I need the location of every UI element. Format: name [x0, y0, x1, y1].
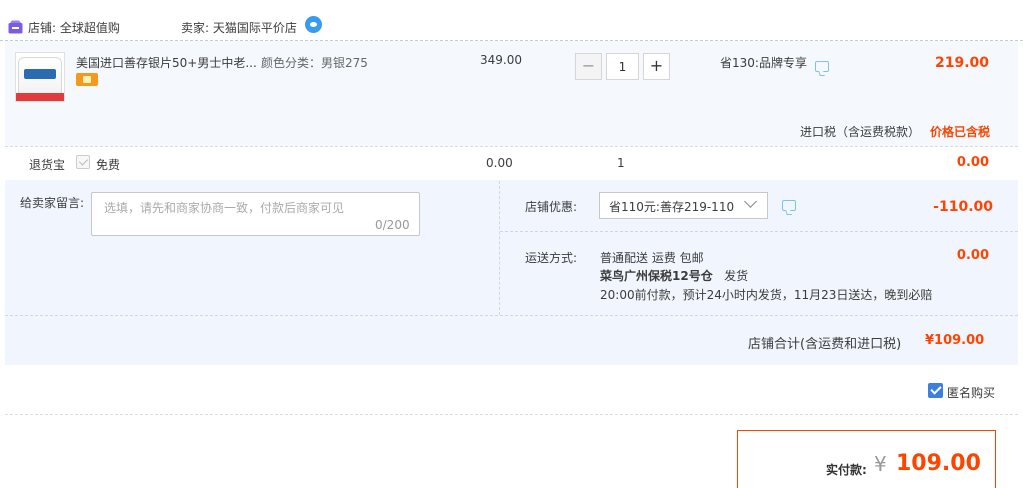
store-total-value: ¥109.00	[925, 333, 985, 348]
actual-payment-value: 109.00	[896, 451, 981, 476]
store-name[interactable]: 店铺: 全球超值购	[28, 19, 120, 36]
product-sku: 颜色分类：男银275	[261, 56, 368, 70]
actual-payment-currency: ¥	[874, 452, 887, 476]
shipping-label: 运送方式:	[525, 251, 578, 265]
increase-button[interactable]: +	[643, 53, 670, 80]
return-insurance-price: 0.00	[486, 156, 513, 170]
import-tax-value: 价格已含税	[930, 125, 991, 139]
anonymous-label[interactable]: 匿名购买	[947, 384, 995, 401]
promo-text: 省130:品牌专享	[720, 56, 807, 70]
store-total-label: 店铺合计(含运费和进口税)	[748, 337, 902, 352]
options-hline	[500, 231, 1018, 232]
store-icon	[8, 20, 23, 34]
product-title[interactable]: 美国进口善存银片50+男士中老...	[76, 54, 257, 71]
unit-price: 349.00	[480, 53, 522, 67]
anonymous-checkbox[interactable]	[928, 383, 943, 398]
store-header	[0, 0, 1023, 41]
product-price-strip	[16, 93, 64, 101]
store-coupon-label: 店铺优惠:	[525, 200, 578, 214]
quantity-input[interactable]: 1	[606, 53, 639, 80]
divider	[5, 414, 1018, 415]
product-thumbnail[interactable]	[15, 52, 65, 102]
product-label-image	[24, 69, 56, 79]
return-insurance-checkbox[interactable]	[76, 155, 90, 169]
return-insurance-label: 退货宝	[29, 158, 66, 172]
shipping-value: 0.00	[956, 248, 989, 263]
shipping-note: 20:00前付款，预计24小时内发货，11月23日送达，晚到必赔	[600, 288, 933, 302]
return-insurance-option: 免费	[96, 158, 121, 172]
actual-payment-label: 实付款:	[826, 463, 867, 477]
message-icon[interactable]	[815, 61, 829, 72]
seller-name[interactable]: 卖家: 天猫国际平价店	[181, 19, 297, 36]
seller-message-label: 给卖家留言:	[20, 196, 85, 210]
item-subtotal: 219.00	[934, 55, 989, 71]
shipping-method: 普通配送 运费 包邮	[600, 251, 704, 265]
store-coupon-selected: 省110元:善存219-110	[609, 200, 735, 214]
card-badge-icon	[76, 73, 98, 86]
decrease-button[interactable]: −	[575, 53, 602, 80]
return-insurance-quantity: 1	[617, 156, 625, 170]
import-tax-label: 进口税（含运费税款）	[800, 125, 921, 139]
shipping-dispatch: 发货	[724, 269, 749, 283]
wangwang-chat-icon[interactable]	[305, 16, 322, 33]
store-coupon-value: -110.00	[933, 199, 993, 215]
seller-message-counter: 0/200	[375, 218, 410, 232]
return-insurance-subtotal: 0.00	[956, 155, 989, 170]
seller-message-placeholder: 选填，请先和商家协商一致，付款后商家可见	[104, 201, 345, 215]
message-icon[interactable]	[782, 200, 796, 211]
shipping-warehouse-line: 菜鸟广州保税12号仓 发货	[600, 267, 748, 284]
options-divider	[499, 181, 500, 315]
shipping-warehouse: 菜鸟广州保税12号仓	[600, 269, 713, 283]
